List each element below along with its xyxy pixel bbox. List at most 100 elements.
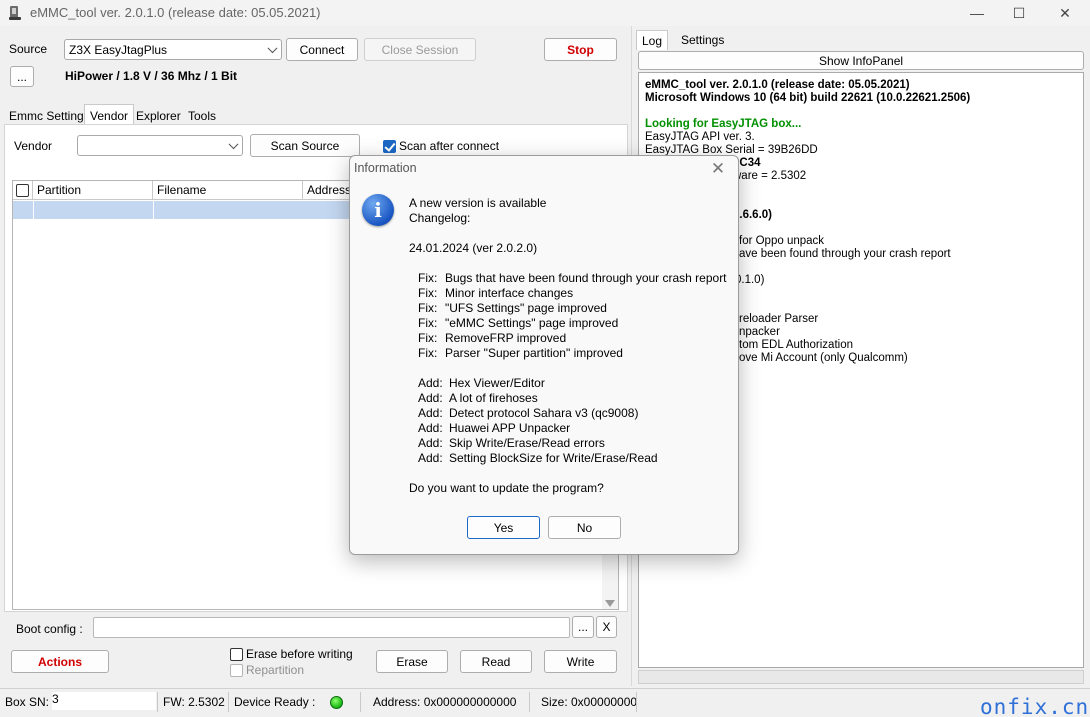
tab-explorer[interactable]: Explorer <box>131 106 186 126</box>
close-session-button[interactable]: Close Session <box>364 38 476 61</box>
size-readout: Size: 0x00000000 <box>541 695 638 709</box>
add-item: Add: Setting BlockSize for Write/Erase/Re… <box>418 451 658 465</box>
erase-before-writing-checkbox[interactable] <box>230 647 243 661</box>
status-separator <box>228 692 229 712</box>
add-item: Add: Skip Write/Erase/Read errors <box>418 436 605 450</box>
erase-before-writing-label: Erase before writing <box>246 647 353 661</box>
repartition-label: Repartition <box>246 663 305 677</box>
add-item: Add: Huawei APP Unpacker <box>418 421 570 435</box>
boot-config-clear-button[interactable]: X <box>596 616 617 638</box>
vendor-label: Vendor <box>14 139 53 153</box>
stop-button[interactable]: Stop <box>544 38 617 61</box>
add-text: Skip Write/Erase/Read errors <box>449 436 605 450</box>
fix-item: Fix: Minor interface changes <box>418 286 573 300</box>
title-bar: eMMC_tool ver. 2.0.1.0 (release date: 05… <box>0 0 1090 26</box>
close-window-button[interactable]: ✕ <box>1042 0 1088 26</box>
fix-item: Fix: "UFS Settings" page improved <box>418 301 607 315</box>
boot-config-label: Boot config : <box>16 622 83 636</box>
fix-prefix: Fix: <box>418 286 438 300</box>
scan-source-button[interactable]: Scan Source <box>250 134 360 157</box>
erase-button[interactable]: Erase <box>376 650 448 673</box>
chevron-down-icon <box>267 42 278 53</box>
dialog-question: Do you want to update the program? <box>409 481 604 495</box>
grid-select-all-cell <box>13 181 33 200</box>
select-all-checkbox[interactable] <box>16 183 29 197</box>
info-icon: i <box>362 194 394 226</box>
cell-divider <box>33 201 34 219</box>
source-select-value: Z3X EasyJtagPlus <box>69 42 168 57</box>
app-icon <box>8 5 22 21</box>
column-partition[interactable]: Partition <box>33 181 153 200</box>
address-readout: Address: 0x000000000000 <box>373 695 517 709</box>
log-horizontal-scrollbar[interactable] <box>638 670 1084 684</box>
tab-settings[interactable]: Settings <box>676 30 729 50</box>
fix-prefix: Fix: <box>418 316 438 330</box>
main-tabs: Emmc Settings Vendor Explorer Tools <box>4 104 624 126</box>
fix-text: "UFS Settings" page improved <box>445 301 607 315</box>
log-line: Microsoft Windows 10 (64 bit) build 2262… <box>645 92 971 104</box>
fix-prefix: Fix: <box>418 271 438 285</box>
add-text: A lot of firehoses <box>449 391 538 405</box>
add-text: Detect protocol Sahara v3 (qc9008) <box>449 406 639 420</box>
scroll-down-arrow-icon[interactable] <box>605 600 615 607</box>
scan-after-connect-checkbox[interactable] <box>383 139 396 153</box>
device-ready-label: Device Ready : <box>234 695 316 709</box>
dialog-version: 24.01.2024 (ver 2.0.2.0) <box>409 241 538 255</box>
add-prefix: Add: <box>418 421 443 435</box>
repartition-option[interactable]: Repartition <box>230 663 304 677</box>
tab-vendor[interactable]: Vendor <box>84 104 135 126</box>
vendor-select[interactable] <box>77 135 243 156</box>
dialog-close-button[interactable]: ✕ <box>706 158 730 180</box>
yes-button[interactable]: Yes <box>467 516 540 539</box>
fix-item: Fix: Parser "Super partition" improved <box>418 346 623 360</box>
tab-tools[interactable]: Tools <box>183 106 221 126</box>
add-item: Add: Detect protocol Sahara v3 (qc9008) <box>418 406 638 420</box>
fix-text: Minor interface changes <box>445 286 574 300</box>
status-separator <box>529 692 530 712</box>
show-infopanel-button[interactable]: Show InfoPanel <box>638 51 1084 70</box>
add-text: Huawei APP Unpacker <box>449 421 571 435</box>
tab-log[interactable]: Log <box>636 30 669 50</box>
add-text: Setting BlockSize for Write/Erase/Read <box>449 451 658 465</box>
minimize-button[interactable]: — <box>954 0 1000 26</box>
maximize-button[interactable]: ☐ <box>996 0 1042 26</box>
box-sn-label: Box SN: <box>5 695 50 709</box>
tab-emmc-settings[interactable]: Emmc Settings <box>4 106 95 126</box>
fix-item: Fix: Bugs that have been found through yo… <box>418 271 727 285</box>
boot-config-browse-button[interactable]: ... <box>572 616 594 638</box>
log-line: EasyJTAG API ver. 3. <box>645 131 755 143</box>
add-prefix: Add: <box>418 436 443 450</box>
box-sn-value: 3 <box>52 692 156 710</box>
chevron-down-icon <box>228 138 239 149</box>
scan-after-connect-option[interactable]: Scan after connect <box>383 139 499 153</box>
status-bar: Box SN: 3 FW: 2.5302 Device Ready : Addr… <box>0 688 1090 717</box>
scan-after-connect-label: Scan after connect <box>399 139 500 153</box>
fix-item: Fix: "eMMC Settings" page improved <box>418 316 618 330</box>
column-filename[interactable]: Filename <box>153 181 303 200</box>
dialog-message: A new version is available <box>409 196 547 210</box>
more-options-button[interactable]: ... <box>10 66 34 87</box>
erase-before-writing-option[interactable]: Erase before writing <box>230 647 353 661</box>
status-separator <box>360 692 361 712</box>
repartition-checkbox[interactable] <box>230 663 243 677</box>
fix-text: "eMMC Settings" page improved <box>445 316 619 330</box>
add-item: Add: Hex Viewer/Editor <box>418 376 545 390</box>
fix-prefix: Fix: <box>418 346 438 360</box>
log-line: eMMC_tool ver. 2.0.1.0 (release date: 05… <box>645 79 910 91</box>
boot-config-input[interactable] <box>93 617 570 638</box>
firmware-version: FW: 2.5302 <box>163 695 225 709</box>
add-prefix: Add: <box>418 406 443 420</box>
add-item: Add: A lot of firehoses <box>418 391 538 405</box>
read-button[interactable]: Read <box>460 650 532 673</box>
write-button[interactable]: Write <box>544 650 617 673</box>
fix-item: Fix: RemoveFRP improved <box>418 331 566 345</box>
fix-prefix: Fix: <box>418 301 438 315</box>
update-dialog: Information ✕ i A new version is availab… <box>349 155 739 555</box>
source-select[interactable]: Z3X EasyJtagPlus <box>64 39 282 60</box>
connect-button[interactable]: Connect <box>286 38 358 61</box>
no-button[interactable]: No <box>548 516 621 539</box>
dialog-title: Information <box>354 161 417 175</box>
actions-button[interactable]: Actions <box>11 650 109 673</box>
log-line: Looking for EasyJTAG box... <box>645 118 802 130</box>
cell-divider <box>153 201 154 219</box>
